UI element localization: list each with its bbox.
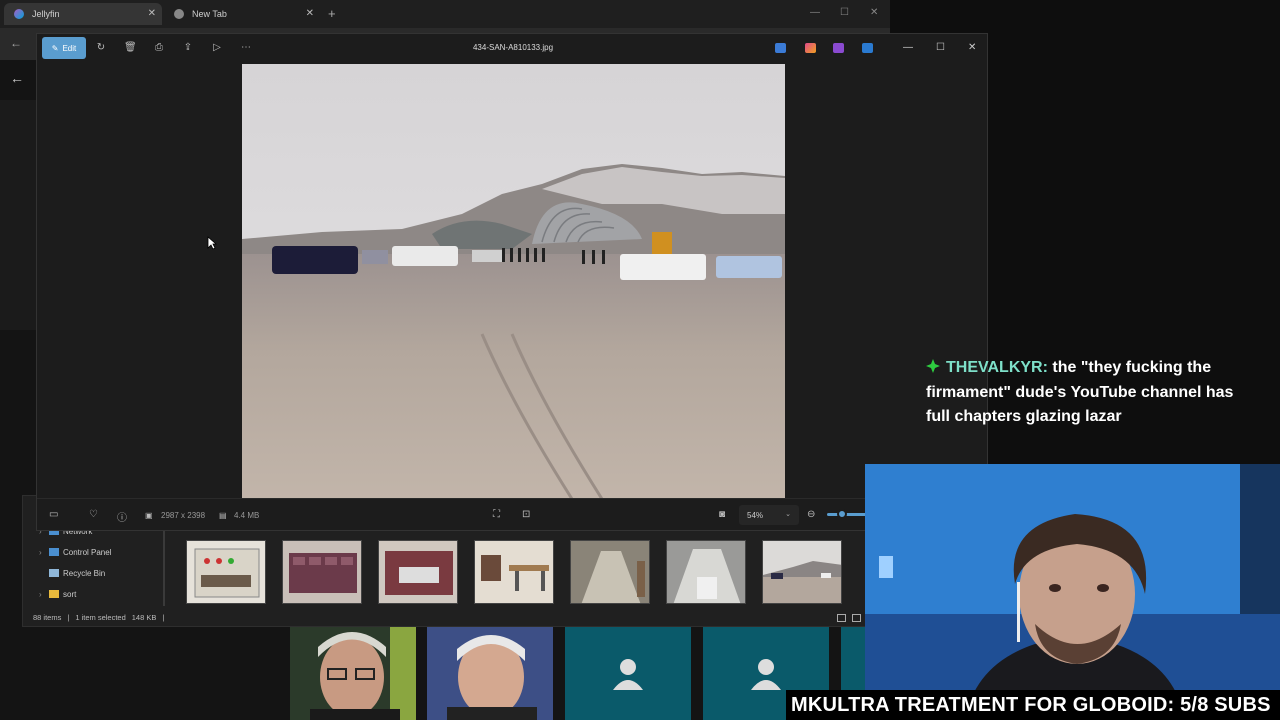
dimensions-icon: ▣ [145,511,153,520]
filmstrip-toggle-icon[interactable]: ▭ [49,509,58,520]
copilot-app-icon[interactable] [805,43,816,53]
user-icon [751,658,781,690]
browser-tab-bar: Jellyfin ✕ New Tab ✕ + — ☐ ✕ [0,0,890,28]
clipchamp-app-icon[interactable] [833,43,844,53]
thumbnail[interactable] [474,540,554,604]
chevron-down-icon: ⌄ [785,511,791,518]
thumbnail[interactable] [186,540,266,604]
minimize-icon[interactable]: — [810,7,820,18]
explorer-status-bar: 88 items | 1 item selected 148 KB | [33,613,164,622]
tree-item-label: Control Panel [63,547,112,557]
file-name: 434-SAN-A810133.jpg [472,43,554,52]
info-icon[interactable]: ⓘ [117,509,127,524]
tab-label: Jellyfin [32,9,60,19]
stream-goal-banner: MKULTRA TREATMENT FOR GLOBOID: 5/8 SUBS [786,690,1280,720]
thumbnail[interactable] [282,540,362,604]
details-view-icon[interactable] [837,614,846,622]
tab-label: New Tab [192,9,227,19]
person-photo-tile[interactable] [427,627,553,720]
favorite-heart-icon[interactable]: ♡ [89,509,98,520]
image-file-size: 4.4 MB [234,511,260,520]
tree-item-recycle-bin[interactable]: Recycle Bin [39,566,105,580]
streamer-webcam [865,464,1280,720]
tiles-view-icon[interactable] [852,614,861,622]
zoom-level: 54% [747,510,764,520]
photos-info-bar: ▭ ♡ ⓘ ▣ 2987 x 2398 ▤ 4.4 MB ⛶ ⊡ ◙ 54% ⌄… [37,498,987,530]
screenshot-icon[interactable]: ◙ [719,509,725,520]
item-count: 88 items [33,613,62,622]
close-tab-icon[interactable]: ✕ [306,8,314,19]
control-panel-icon [49,548,59,556]
webcam-feed [865,464,1280,720]
selection-count: 1 item selected [75,613,126,622]
close-icon[interactable]: ✕ [968,42,976,53]
photos-viewer-window: ✎ Edit ↻ 🗑 ⎙ ⇪ ▷ ⋯ 434-SAN-A810133.jpg —… [36,33,988,531]
tree-item-label: sort [63,589,77,599]
close-tab-icon[interactable]: ✕ [148,8,156,19]
tree-item-control-panel[interactable]: › Control Panel [39,545,111,559]
actual-size-icon[interactable]: ⊡ [522,509,530,520]
maximize-icon[interactable]: ☐ [840,7,849,18]
thumbnail[interactable] [666,540,746,604]
thumbnail[interactable] [378,540,458,604]
close-icon[interactable]: ✕ [870,7,878,18]
tree-item-sort[interactable]: › sort [39,587,76,601]
onedrive-icon[interactable] [862,43,873,53]
chat-username: THEVALKYR: [946,359,1048,376]
zoom-slider-thumb[interactable] [837,509,847,519]
jellyfin-icon [14,9,24,19]
maximize-icon[interactable]: ☐ [936,42,945,53]
new-tab-button[interactable]: + [328,6,336,21]
thumbnail[interactable] [570,540,650,604]
main-photo [242,64,785,499]
sparkle-badge-icon [926,359,940,373]
photos-toolbar: ✎ Edit ↻ 🗑 ⎙ ⇪ ▷ ⋯ 434-SAN-A810133.jpg —… [37,34,987,64]
user-icon [613,658,643,690]
chevron-right-icon: › [39,589,42,599]
designer-app-icon[interactable] [775,43,786,53]
zoom-dropdown[interactable]: 54% ⌄ [739,505,799,525]
folder-icon [49,590,59,598]
person-placeholder-tile[interactable] [565,627,691,720]
fit-to-window-icon[interactable]: ⛶ [493,509,500,520]
desert-landscape-photo [242,64,785,499]
person-photo [290,627,416,720]
selection-size: 148 KB [131,613,157,622]
tree-item-label: Recycle Bin [63,568,106,578]
view-toggle [837,614,861,622]
zoom-out-icon[interactable]: ⊖ [807,509,815,520]
pane-scrollbar[interactable] [163,526,165,606]
thumbnail[interactable] [762,540,842,604]
chrome-icon [174,9,184,19]
person-photo-tile[interactable] [290,627,416,720]
tab-new-tab[interactable]: New Tab ✕ [164,3,320,25]
separator: | [162,613,165,622]
back-arrow-icon[interactable]: ← [10,36,22,50]
mouse-cursor-icon [207,236,217,250]
image-dimensions: 2987 x 2398 [161,511,206,520]
recycle-bin-icon [49,569,59,577]
chevron-right-icon: › [39,547,42,557]
jellyfin-back-icon[interactable]: ← [10,70,24,86]
file-size-icon: ▤ [219,511,227,520]
tab-jellyfin[interactable]: Jellyfin ✕ [4,3,162,25]
chat-overlay: THEVALKYR: the "they fucking the firmame… [926,356,1256,430]
minimize-icon[interactable]: — [903,42,913,53]
separator: | [67,613,70,622]
person-photo [427,627,553,720]
zoom-slider-track[interactable] [827,513,867,516]
jellyfin-sidebar [0,100,38,330]
